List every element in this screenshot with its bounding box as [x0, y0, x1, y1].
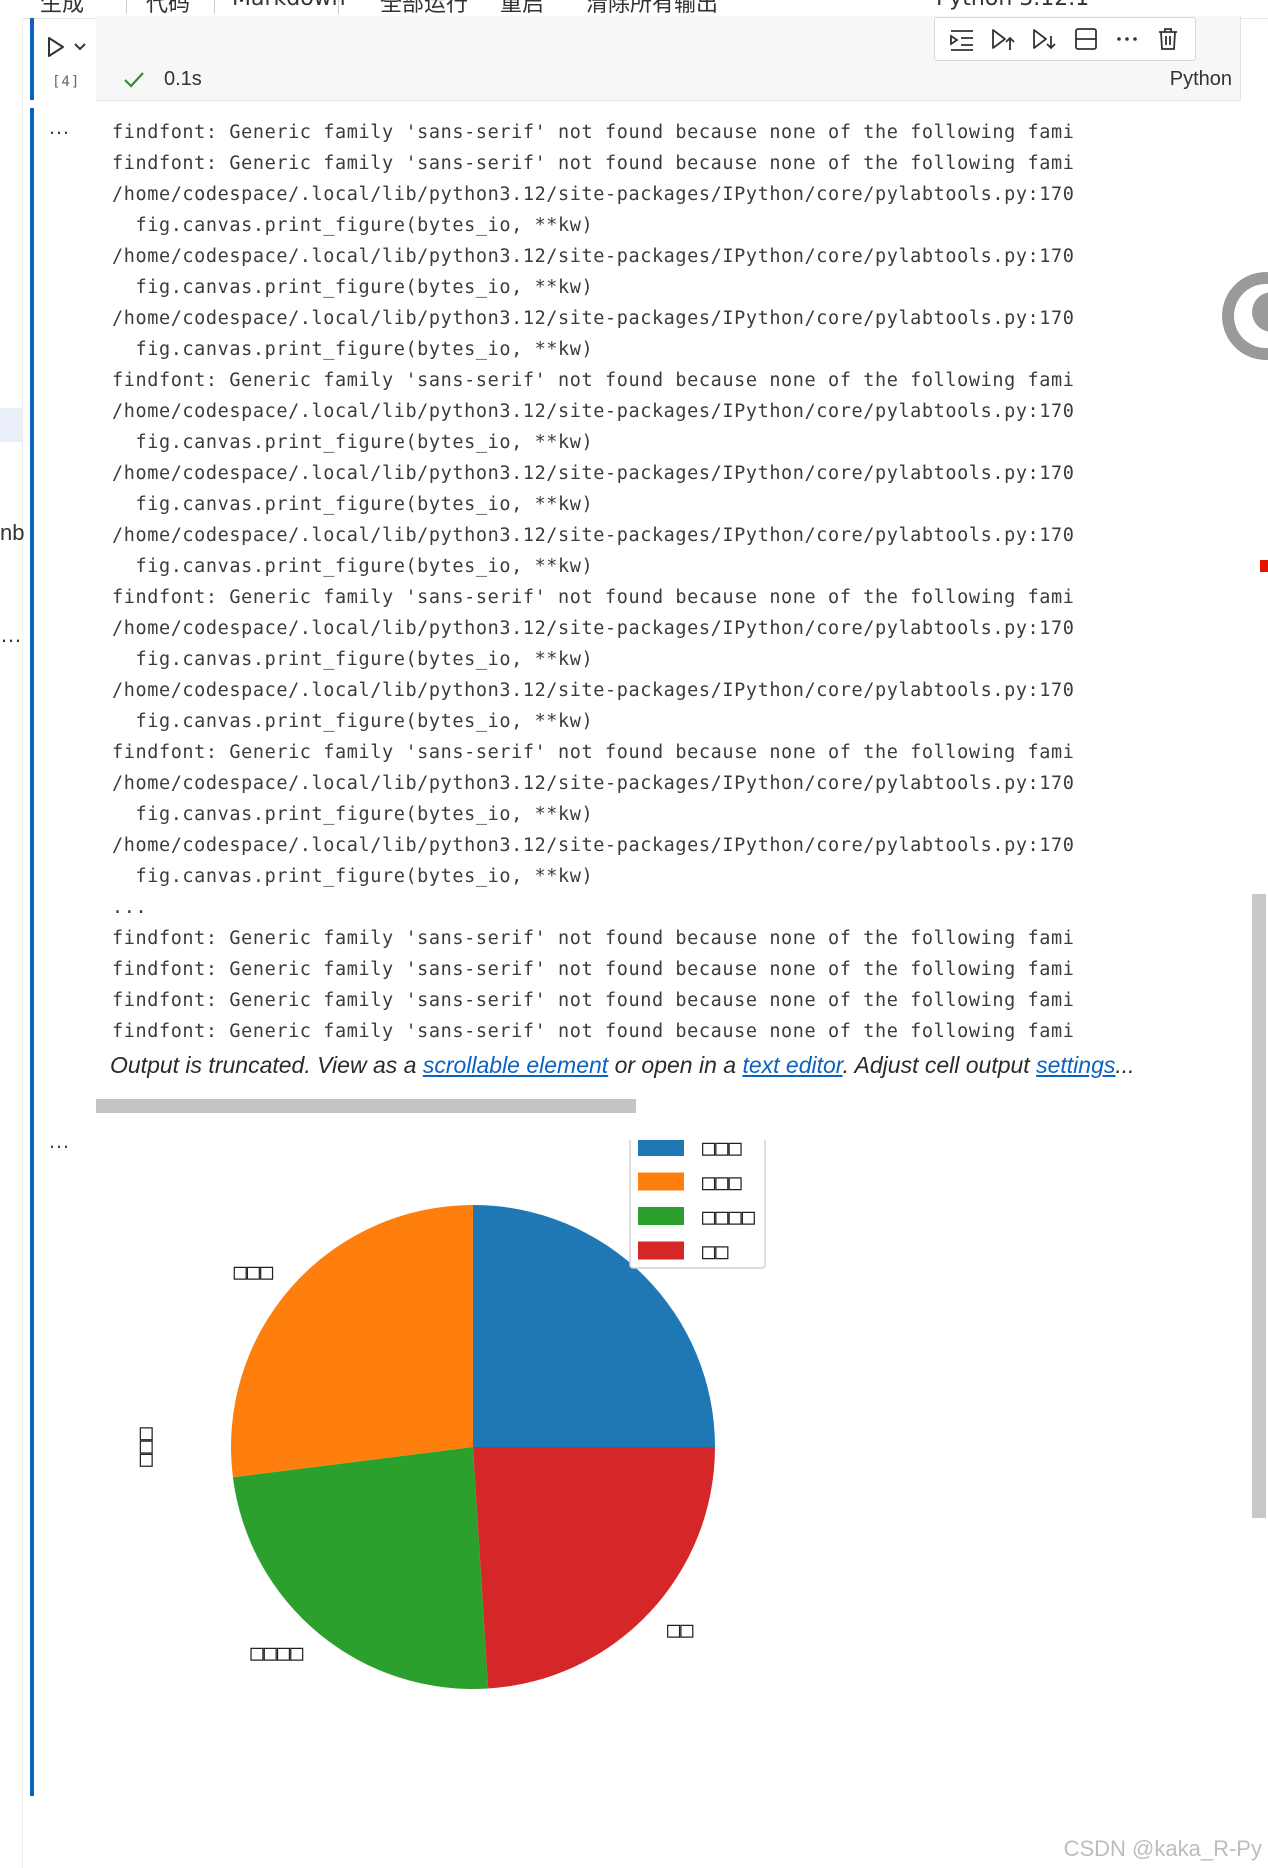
output-line: findfont: Generic family 'sans-serif' no…	[112, 153, 1075, 174]
output-line: fig.canvas.print_figure(bytes_io, **kw)	[112, 556, 594, 577]
output-actions-button[interactable]: …	[48, 1128, 71, 1154]
output-line: fig.canvas.print_figure(bytes_io, **kw)	[112, 866, 594, 887]
output-line: /home/codespace/.local/lib/python3.12/si…	[112, 680, 1075, 701]
legend-label: □□□□	[702, 1205, 756, 1230]
scrollable-element-link[interactable]: scrollable element	[423, 1052, 608, 1078]
toolbar-generate-button[interactable]: 生成	[40, 0, 84, 18]
pie-slice	[473, 1447, 715, 1689]
copilot-avatar-icon[interactable]	[1216, 266, 1268, 366]
delete-cell-button[interactable]	[1151, 22, 1185, 56]
output-line: /home/codespace/.local/lib/python3.12/si…	[112, 835, 1075, 856]
split-cell-icon	[1074, 28, 1097, 50]
kernel-picker[interactable]: Python 3.12.1	[936, 0, 1089, 11]
legend-swatch	[638, 1172, 684, 1191]
run-above-arrow-icon	[992, 29, 1015, 50]
execution-duration: 0.1s	[164, 68, 202, 90]
output-line: ...	[112, 897, 148, 918]
legend-label: □□□	[702, 1171, 742, 1196]
explorer-highlight	[0, 408, 22, 442]
more-actions-button[interactable]	[1110, 22, 1144, 56]
chevron-down-icon	[74, 43, 86, 51]
play-icon	[48, 37, 86, 57]
toolbar-divider	[338, 0, 339, 14]
output-line: fig.canvas.print_figure(bytes_io, **kw)	[112, 649, 594, 670]
output-line: fig.canvas.print_figure(bytes_io, **kw)	[112, 711, 594, 732]
vertical-scrollbar[interactable]	[1252, 894, 1266, 1518]
execute-above-button[interactable]	[945, 22, 979, 56]
output-line: /home/codespace/.local/lib/python3.12/si…	[112, 246, 1075, 267]
output-line: /home/codespace/.local/lib/python3.12/si…	[112, 184, 1075, 205]
y-axis-label: □□□	[133, 1426, 158, 1466]
cell-toolbar	[934, 17, 1196, 61]
output-line: /home/codespace/.local/lib/python3.12/si…	[112, 525, 1075, 546]
settings-link[interactable]: settings	[1036, 1052, 1115, 1078]
output-line: findfont: Generic family 'sans-serif' no…	[112, 1021, 1075, 1042]
error-marker	[1260, 560, 1268, 572]
text-output: findfont: Generic family 'sans-serif' no…	[112, 117, 1244, 1057]
legend-label: □□□	[702, 1140, 742, 1161]
horizontal-scrollbar[interactable]	[96, 1099, 636, 1113]
output-truncated-message: Output is truncated. View as a scrollabl…	[110, 1052, 1135, 1079]
legend-label: □□	[702, 1240, 729, 1265]
execution-count: [4]	[52, 74, 81, 90]
legend-swatch	[638, 1140, 684, 1156]
watermark: CSDN @kaka_R-Py	[1063, 1836, 1262, 1861]
run-below-arrow-icon	[1033, 29, 1056, 50]
output-line: findfont: Generic family 'sans-serif' no…	[112, 742, 1075, 763]
explorer-item-fragment[interactable]: …	[0, 622, 22, 648]
output-line: /home/codespace/.local/lib/python3.12/si…	[112, 308, 1075, 329]
slice-label: □□□□	[250, 1641, 304, 1666]
truncated-text: or open in a	[608, 1052, 743, 1078]
output-line: findfont: Generic family 'sans-serif' no…	[112, 122, 1075, 143]
slice-label: □□□	[234, 1260, 274, 1285]
success-check-icon	[124, 72, 144, 88]
output-line: fig.canvas.print_figure(bytes_io, **kw)	[112, 215, 594, 236]
output-line: findfont: Generic family 'sans-serif' no…	[112, 370, 1075, 391]
cell-focus-bar	[30, 18, 34, 100]
run-below-button[interactable]	[1027, 22, 1061, 56]
cell-language-label[interactable]: Python	[1170, 68, 1232, 91]
split-cell-button[interactable]	[1069, 22, 1103, 56]
slice-label: □□	[667, 1618, 694, 1643]
pie-chart: □□□□□□□□□□□□□□□□□□□□□□□□□□□	[133, 1140, 766, 1689]
output-line: fig.canvas.print_figure(bytes_io, **kw)	[112, 277, 594, 298]
pie-slice	[231, 1205, 473, 1478]
output-line: fig.canvas.print_figure(bytes_io, **kw)	[112, 494, 594, 515]
trash-icon	[1159, 28, 1178, 50]
toolbar-markdown-button[interactable]: Markdown	[232, 0, 346, 11]
ellipsis-icon	[1117, 37, 1137, 41]
output-actions-button[interactable]: …	[48, 114, 71, 140]
toolbar-divider	[214, 0, 215, 14]
legend-swatch	[638, 1207, 684, 1225]
output-line: /home/codespace/.local/lib/python3.12/si…	[112, 463, 1075, 484]
truncated-text: ...	[1115, 1052, 1135, 1078]
output-line: /home/codespace/.local/lib/python3.12/si…	[112, 618, 1075, 639]
truncated-text: Output is truncated. View as a	[110, 1052, 423, 1078]
explorer-item-fragment[interactable]: nb	[0, 520, 24, 546]
output-line: fig.canvas.print_figure(bytes_io, **kw)	[112, 432, 594, 453]
run-above-icon	[949, 30, 973, 51]
run-cell-button[interactable]	[44, 32, 88, 62]
output-line: fig.canvas.print_figure(bytes_io, **kw)	[112, 804, 594, 825]
legend-swatch	[638, 1241, 684, 1260]
run-above-button[interactable]	[986, 22, 1020, 56]
editor-left-gutter	[0, 18, 23, 1868]
output-focus-bar	[30, 108, 34, 1796]
output-line: findfont: Generic family 'sans-serif' no…	[112, 928, 1075, 949]
truncated-text: . Adjust cell output	[842, 1052, 1037, 1078]
chart-legend: □□□□□□□□□□□□	[629, 1140, 766, 1269]
output-line: /home/codespace/.local/lib/python3.12/si…	[112, 401, 1075, 422]
output-line: findfont: Generic family 'sans-serif' no…	[112, 587, 1075, 608]
output-line: fig.canvas.print_figure(bytes_io, **kw)	[112, 339, 594, 360]
output-line: /home/codespace/.local/lib/python3.12/si…	[112, 773, 1075, 794]
toolbar-divider	[126, 0, 127, 14]
output-line: findfont: Generic family 'sans-serif' no…	[112, 959, 1075, 980]
output-line: findfont: Generic family 'sans-serif' no…	[112, 990, 1075, 1011]
text-editor-link[interactable]: text editor	[742, 1052, 842, 1078]
